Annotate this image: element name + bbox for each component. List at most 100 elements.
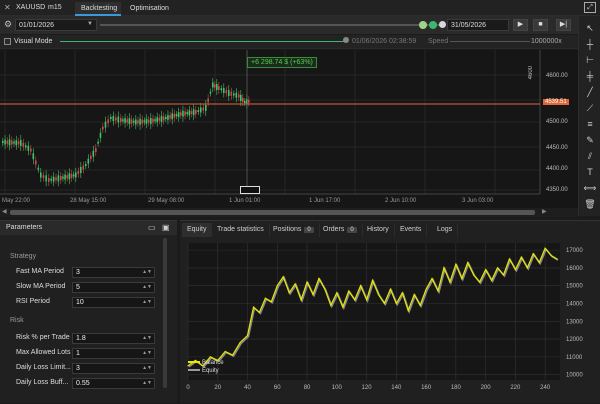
- param-label: Fast MA Period: [16, 268, 64, 275]
- slider-handle-left[interactable]: [419, 21, 427, 29]
- trash-icon[interactable]: 🗑: [582, 198, 598, 210]
- param-input[interactable]: 0.55 ▲▼: [72, 378, 155, 389]
- balance-point: [473, 274, 475, 276]
- candle-body: [87, 158, 90, 164]
- price-tick: 4450.00: [546, 145, 568, 151]
- progress-handle[interactable]: [343, 37, 349, 43]
- balance-point: [490, 279, 493, 281]
- parameters-scrollbar[interactable]: [163, 238, 167, 388]
- settings-gear-icon[interactable]: ⚙: [4, 19, 12, 30]
- balance-point: [252, 306, 255, 308]
- balance-point: [330, 304, 332, 306]
- candle-body: [209, 91, 212, 94]
- legend-label-equity: Equity: [201, 368, 219, 374]
- balance-point: [556, 258, 558, 260]
- spinner-icon[interactable]: ▲▼: [142, 269, 152, 275]
- balance-point: [443, 267, 445, 269]
- param-input[interactable]: 1 ▲▼: [72, 348, 155, 359]
- pencil-icon[interactable]: ✎: [582, 134, 598, 146]
- stop-button[interactable]: ■: [533, 19, 548, 31]
- tab-trade-statistics[interactable]: Trade statistics: [212, 223, 270, 237]
- tab-backtesting[interactable]: Backtesting: [75, 2, 121, 16]
- balance-point: [360, 285, 362, 287]
- time-cursor-marker[interactable]: [240, 186, 260, 194]
- spinner-icon[interactable]: ▲▼: [142, 284, 152, 290]
- tab-optimisation[interactable]: Optimisation: [124, 2, 174, 16]
- spinner-icon[interactable]: ▲▼: [142, 335, 152, 341]
- step-forward-button[interactable]: ▶|: [556, 19, 571, 31]
- param-rsi: RSI Period 10 ▲▼: [10, 297, 155, 308]
- y-tick-label: 11000: [566, 355, 583, 361]
- slider-handle-right[interactable]: [429, 21, 437, 29]
- spinner-icon[interactable]: ▲▼: [142, 350, 152, 356]
- candle-body: [15, 140, 18, 146]
- visual-mode-timestamp: 01/06/2026 02:38:59: [352, 38, 417, 45]
- tab-orders[interactable]: Orders 0: [318, 223, 363, 237]
- y-tick-label: 17000: [566, 248, 583, 254]
- candle-body: [175, 114, 178, 117]
- speed-slider[interactable]: [450, 41, 530, 42]
- scrollbar-thumb[interactable]: [10, 210, 535, 215]
- param-input[interactable]: 3 ▲▼: [72, 267, 155, 278]
- candle-body: [223, 88, 225, 93]
- save-icon[interactable]: ▣: [162, 223, 170, 232]
- text-tool-icon[interactable]: T: [582, 166, 598, 178]
- candle-body: [64, 174, 66, 180]
- chart-scrollbar[interactable]: ◀ ▶: [0, 208, 578, 217]
- price-chart[interactable]: +6 298.74 $ (+63%) 4600 4600.00 4500.00 …: [0, 50, 578, 208]
- spinner-icon[interactable]: ▲▼: [142, 299, 152, 305]
- tab-label: Orders: [323, 226, 345, 233]
- date-range-slider[interactable]: [100, 24, 440, 26]
- scroll-right-icon[interactable]: ▶: [542, 208, 547, 215]
- param-input[interactable]: 5 ▲▼: [72, 282, 155, 293]
- horizontal-line-icon[interactable]: ⊢: [582, 54, 598, 66]
- balance-point: [508, 258, 511, 260]
- crosshair-icon[interactable]: ┼: [582, 38, 598, 50]
- tab-history[interactable]: History: [362, 223, 395, 237]
- price-tick: 4600.00: [546, 73, 568, 79]
- visual-mode-checkbox[interactable]: [4, 38, 11, 45]
- candle-body: [95, 148, 97, 152]
- vertical-line-icon[interactable]: ╪: [582, 70, 598, 82]
- param-risk-pct: Risk % per Trade 1.8 ▲▼: [10, 333, 155, 344]
- spinner-icon[interactable]: ▲▼: [142, 365, 152, 371]
- slider-handle-end[interactable]: [439, 21, 446, 28]
- scroll-left-icon[interactable]: ◀: [2, 208, 7, 215]
- spinner-icon[interactable]: ▲▼: [142, 380, 152, 386]
- candle-body: [90, 156, 92, 159]
- start-date-input[interactable]: 01/01/2026 ▼: [15, 19, 97, 31]
- tab-events[interactable]: Events: [395, 223, 428, 237]
- x-tick: 1 Jun 17:00: [309, 198, 341, 204]
- tab-equity[interactable]: Equity: [182, 223, 213, 237]
- channel-icon[interactable]: ⫽: [582, 150, 598, 162]
- balance-point: [389, 288, 391, 290]
- visual-mode-bar: Visual Mode 01/06/2026 02:38:59 Speed 10…: [0, 35, 578, 49]
- price-tick: 4350.00: [546, 187, 568, 193]
- candle-body: [6, 140, 9, 144]
- end-date-input[interactable]: 31/05/2026: [447, 19, 509, 31]
- legend-equity: Equity: [188, 367, 224, 375]
- tab-logs[interactable]: Logs: [432, 223, 459, 237]
- y-tick-label: 16000: [566, 266, 583, 272]
- window-restore-icon[interactable]: ⤢: [584, 2, 596, 13]
- ruler-icon[interactable]: ⟺: [582, 182, 598, 194]
- play-button[interactable]: ▶: [513, 19, 528, 31]
- cursor-arrow-icon[interactable]: ↖: [582, 22, 598, 34]
- param-label: Max Allowed Lots: [16, 349, 71, 356]
- tab-positions[interactable]: Positions 0: [268, 223, 320, 237]
- param-input[interactable]: 10 ▲▼: [72, 297, 155, 308]
- candle-body: [145, 118, 148, 124]
- folder-icon[interactable]: ▭: [148, 223, 156, 232]
- candle-body: [238, 94, 240, 98]
- param-label: Slow MA Period: [16, 283, 66, 290]
- x-tick: May 22:00: [2, 198, 31, 204]
- close-icon[interactable]: ✕: [4, 3, 11, 12]
- param-input[interactable]: 1.8 ▲▼: [72, 333, 155, 344]
- balance-point: [425, 288, 427, 290]
- fibonacci-icon[interactable]: ≡: [582, 118, 598, 130]
- trend-line-icon[interactable]: ╱: [582, 86, 598, 98]
- balance-point: [365, 299, 368, 301]
- ray-icon[interactable]: ⟋: [582, 102, 598, 114]
- param-input[interactable]: 3 ▲▼: [72, 363, 155, 374]
- candle-body: [135, 119, 137, 125]
